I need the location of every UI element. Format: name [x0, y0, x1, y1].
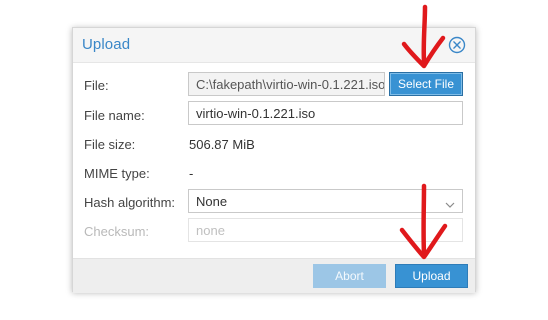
mime-type-label: MIME type: — [84, 166, 150, 181]
dialog-title: Upload — [82, 36, 131, 53]
screenshot-stage: Upload File: C:\fakepath\virtio-win-0.1.… — [0, 0, 548, 320]
file-name-label: File name: — [84, 108, 145, 123]
checksum-label: Checksum: — [84, 224, 150, 239]
file-name-input[interactable]: virtio-win-0.1.221.iso — [188, 101, 463, 125]
abort-button[interactable]: Abort — [313, 264, 386, 288]
mime-type-value: - — [189, 166, 194, 181]
select-file-button[interactable]: Select File — [389, 72, 463, 96]
file-size-value: 506.87 MiB — [189, 137, 255, 152]
file-path-field: C:\fakepath\virtio-win-0.1.221.iso — [188, 72, 385, 96]
close-circle-icon[interactable] — [448, 36, 466, 54]
file-label: File: — [84, 78, 109, 93]
hash-algorithm-value: None — [196, 194, 228, 209]
annotation-arrow-icon — [399, 183, 448, 260]
file-size-label: File size: — [84, 137, 136, 152]
annotation-arrow-icon — [401, 4, 446, 69]
hash-algorithm-label: Hash algorithm: — [84, 195, 176, 210]
upload-button[interactable]: Upload — [395, 264, 468, 288]
